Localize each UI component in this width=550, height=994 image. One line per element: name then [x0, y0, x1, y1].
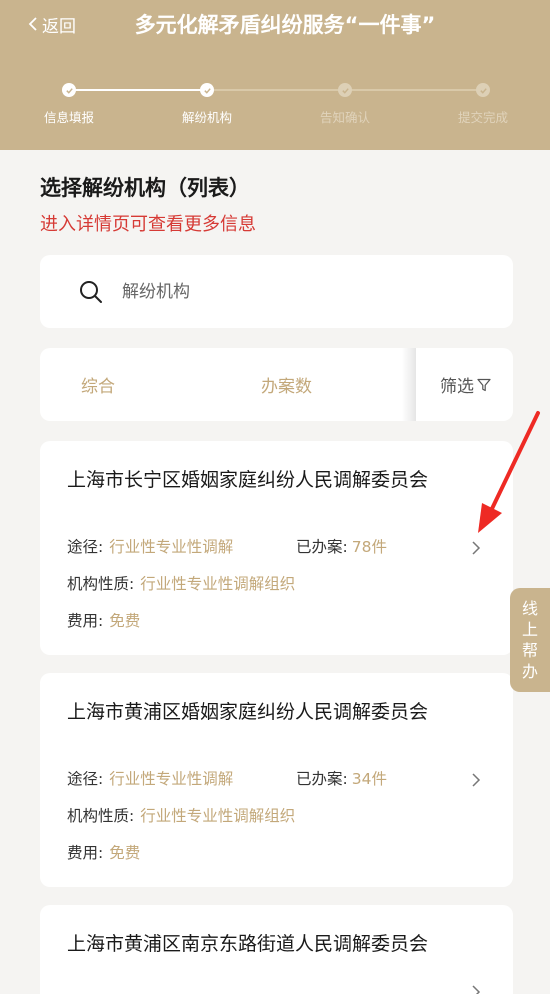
filter-icon [477, 378, 491, 391]
search-icon [80, 280, 102, 303]
page-title: 多元化解矛盾纠纷服务“一件事” [134, 13, 436, 37]
fee-row: 费用: 免费 [67, 844, 141, 862]
check-icon [338, 83, 352, 97]
progress-steps: 信息填报 解纷机构 告知确认 提交完成 [0, 80, 550, 130]
header-bar: 返回 多元化解矛盾纠纷服务“一件事” 信息填报 解纷机构 告知确认 提交完成 [0, 0, 550, 150]
route-row: 途径: 行业性专业性调解 [67, 770, 234, 788]
nature-row: 机构性质: 行业性专业性调解组织 [67, 807, 296, 825]
cases-row: 已办案: 34件 [296, 770, 387, 788]
sort-bar: 综合 办案数 筛选 [40, 348, 513, 421]
online-help-button[interactable]: 线上帮办 [510, 588, 550, 692]
sort-case-count[interactable]: 办案数 [261, 348, 312, 421]
check-icon [62, 83, 76, 97]
route-row: 途径: 行业性专业性调解 [67, 538, 234, 556]
chevron-right-icon[interactable] [470, 983, 482, 994]
annotation-arrow-icon [478, 411, 540, 533]
step-submit: 提交完成 [433, 80, 533, 126]
search-box[interactable] [40, 255, 513, 328]
institution-name: 上海市黄浦区南京东路街道人民调解委员会 [67, 933, 429, 955]
fee-row: 费用: 免费 [67, 612, 141, 630]
institution-card[interactable]: 上海市黄浦区婚姻家庭纠纷人民调解委员会 途径: 行业性专业性调解 已办案: 34件 … [40, 673, 513, 887]
nature-row: 机构性质: 行业性专业性调解组织 [67, 575, 296, 593]
cases-row: 已办案: 78件 [296, 538, 387, 556]
section-title: 选择解纷机构（列表） [40, 176, 250, 200]
institution-card[interactable]: 上海市长宁区婚姻家庭纠纷人民调解委员会 途径: 行业性专业性调解 已办案: 78件 … [40, 441, 513, 655]
institution-name: 上海市长宁区婚姻家庭纠纷人民调解委员会 [67, 469, 429, 491]
institution-name: 上海市黄浦区婚姻家庭纠纷人民调解委员会 [67, 701, 429, 723]
step-institution: 解纷机构 [157, 80, 257, 126]
check-icon [200, 83, 214, 97]
step-info-fill: 信息填报 [19, 80, 119, 126]
institution-card[interactable]: 上海市黄浦区南京东路街道人民调解委员会 [40, 905, 513, 994]
filter-label: 筛选 [440, 377, 474, 397]
online-help-label: 线上帮办 [521, 599, 538, 681]
sort-comprehensive[interactable]: 综合 [81, 348, 115, 421]
chevron-right-icon[interactable] [470, 539, 482, 557]
section-hint: 进入详情页可查看更多信息 [40, 214, 256, 235]
divider [402, 348, 416, 421]
search-input[interactable] [122, 281, 442, 302]
check-icon [476, 83, 490, 97]
chevron-right-icon[interactable] [470, 771, 482, 789]
step-confirm: 告知确认 [295, 80, 395, 126]
